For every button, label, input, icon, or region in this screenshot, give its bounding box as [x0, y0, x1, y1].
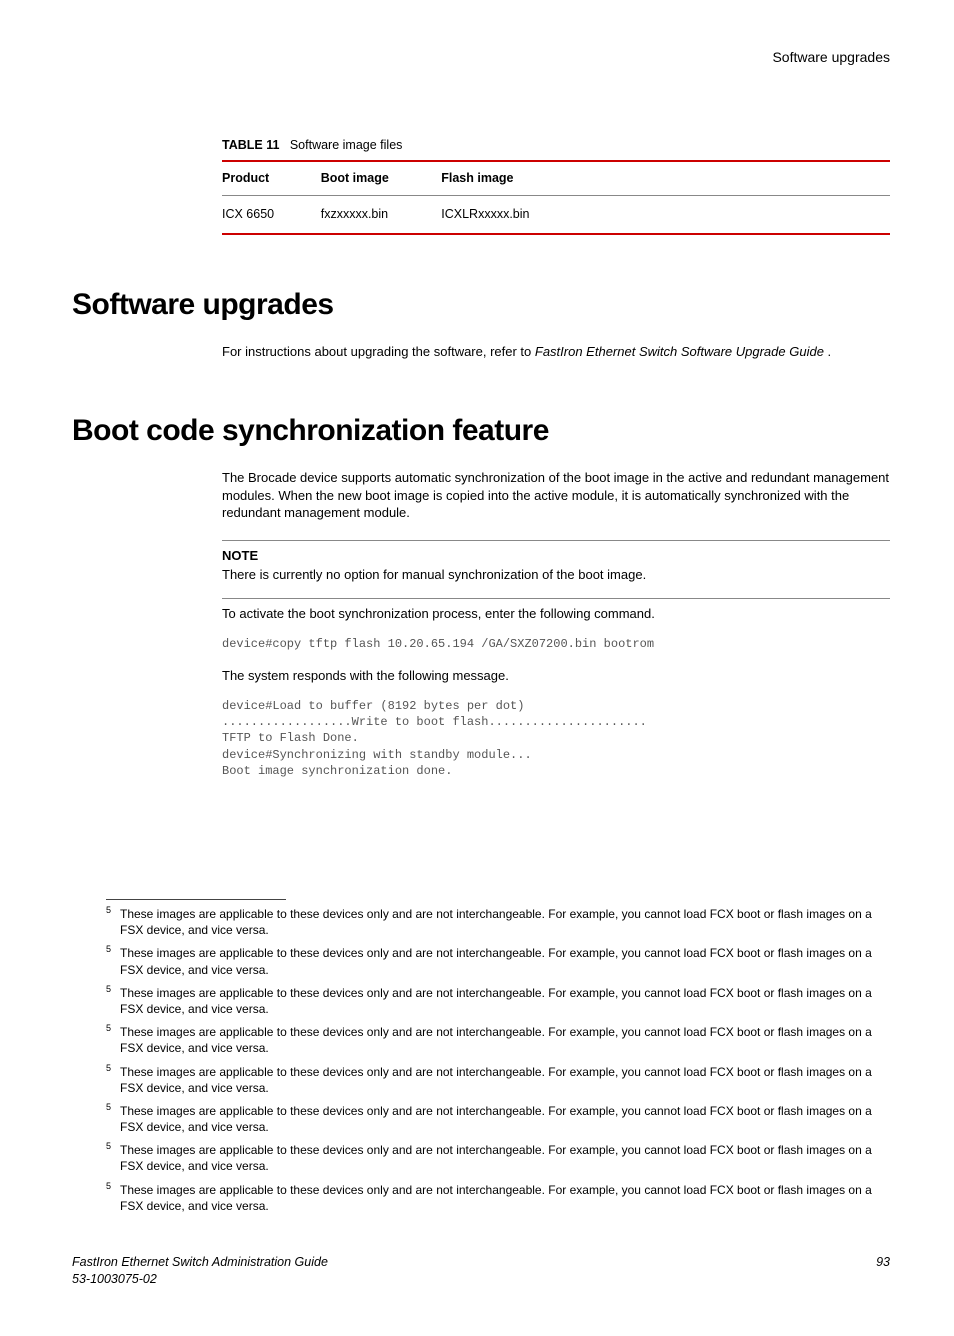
table-caption-label: TABLE 11	[222, 138, 279, 152]
footnote-number: 5	[106, 943, 120, 975]
footer-left: FastIron Ethernet Switch Administration …	[72, 1254, 328, 1288]
th-boot-image: Boot image	[321, 161, 442, 195]
boot-sync-intro: The Brocade device supports automatic sy…	[222, 469, 890, 522]
table-caption: TABLE 11 Software image files	[222, 137, 890, 154]
footnote-text: These images are applicable to these dev…	[120, 1103, 890, 1135]
footer-page-number: 93	[876, 1254, 890, 1288]
footnote-text: These images are applicable to these dev…	[120, 1182, 890, 1214]
divider	[222, 598, 890, 599]
footnote: 5These images are applicable to these de…	[106, 906, 890, 938]
footnote-text: These images are applicable to these dev…	[120, 906, 890, 938]
footnote-number: 5	[106, 1140, 120, 1172]
footnote-number: 5	[106, 1180, 120, 1212]
footnote-text: These images are applicable to these dev…	[120, 1024, 890, 1056]
footnote-number: 5	[106, 1022, 120, 1054]
table-header-row: Product Boot image Flash image	[222, 161, 890, 195]
footnote-number: 5	[106, 983, 120, 1015]
page-header-right: Software upgrades	[72, 48, 890, 67]
divider	[222, 540, 890, 541]
footer-title: FastIron Ethernet Switch Administration …	[72, 1254, 328, 1271]
text-span: .	[824, 344, 831, 359]
software-image-table: Product Boot image Flash image ICX 6650 …	[222, 160, 890, 235]
footnote-text: These images are applicable to these dev…	[120, 945, 890, 977]
text-span: For instructions about upgrading the sof…	[222, 344, 535, 359]
footnote-number: 5	[106, 1101, 120, 1133]
table-block: TABLE 11 Software image files Product Bo…	[222, 137, 890, 235]
footnote-number: 5	[106, 904, 120, 936]
boot-sync-response: The system responds with the following m…	[222, 667, 890, 685]
note-text: There is currently no option for manual …	[222, 566, 890, 584]
text-italic: FastIron Ethernet Switch Software Upgrad…	[535, 344, 824, 359]
td-product: ICX 6650	[222, 195, 321, 233]
software-upgrades-paragraph: For instructions about upgrading the sof…	[222, 343, 890, 361]
footnote-text: These images are applicable to these dev…	[120, 1142, 890, 1174]
footnote-number: 5	[106, 1062, 120, 1094]
footnote: 5These images are applicable to these de…	[106, 1182, 890, 1214]
table-caption-text: Software image files	[290, 138, 403, 152]
th-product: Product	[222, 161, 321, 195]
td-flash-image: ICXLRxxxxx.bin	[441, 195, 589, 233]
code-block-output: device#Load to buffer (8192 bytes per do…	[222, 698, 890, 779]
footnote: 5These images are applicable to these de…	[106, 1142, 890, 1174]
footnote: 5These images are applicable to these de…	[106, 985, 890, 1017]
page-footer: FastIron Ethernet Switch Administration …	[72, 1254, 890, 1288]
footnote-text: These images are applicable to these dev…	[120, 1064, 890, 1096]
th-flash-image: Flash image	[441, 161, 589, 195]
footnote: 5These images are applicable to these de…	[106, 1064, 890, 1096]
boot-sync-activate: To activate the boot synchronization pro…	[222, 605, 890, 623]
footnote-text: These images are applicable to these dev…	[120, 985, 890, 1017]
code-block-command: device#copy tftp flash 10.20.65.194 /GA/…	[222, 636, 890, 652]
table-row: ICX 6650 fxzxxxxx.bin ICXLRxxxxx.bin	[222, 195, 890, 233]
footnote: 5These images are applicable to these de…	[106, 945, 890, 977]
footnote: 5These images are applicable to these de…	[106, 1024, 890, 1056]
note-label: NOTE	[222, 547, 890, 565]
footer-docnum: 53-1003075-02	[72, 1271, 328, 1288]
heading-boot-code-sync: Boot code synchronization feature	[72, 411, 890, 452]
footnote-separator	[106, 899, 286, 900]
footnotes: 5These images are applicable to these de…	[106, 906, 890, 1214]
td-boot-image: fxzxxxxx.bin	[321, 195, 442, 233]
footnote: 5These images are applicable to these de…	[106, 1103, 890, 1135]
heading-software-upgrades: Software upgrades	[72, 285, 890, 326]
